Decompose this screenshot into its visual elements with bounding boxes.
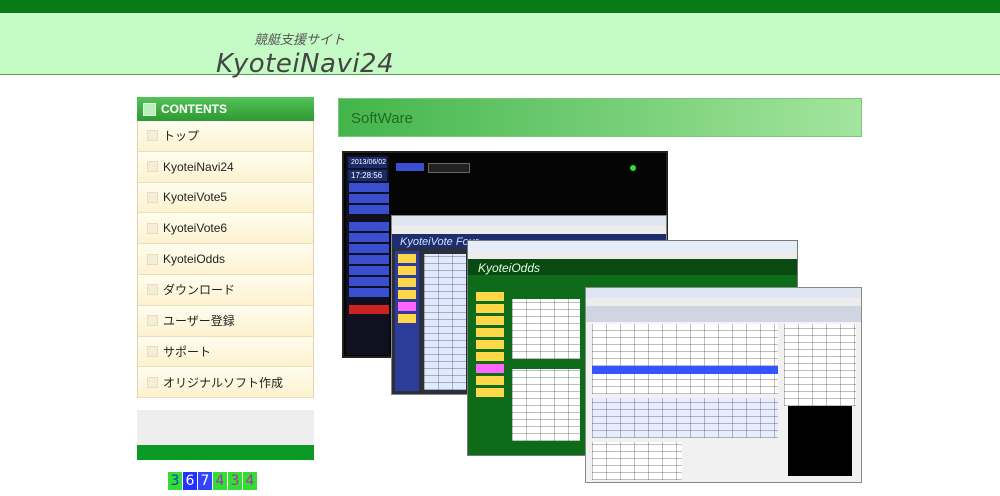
top-bar: [0, 0, 1000, 13]
vote-menu-button: [398, 314, 416, 323]
sidebar-item-kyoteivote6[interactable]: KyoteiVote6: [138, 213, 313, 245]
counter-digit: 7: [198, 472, 212, 490]
navi24-bottom-table: [592, 442, 682, 480]
navi-menu-button: [349, 205, 389, 214]
site-title[interactable]: KyoteiNavi24: [216, 49, 394, 79]
sidebar-item-label: ユーザー登録: [163, 314, 235, 329]
sidebar-item-label: オリジナルソフト作成: [163, 375, 284, 390]
window-titlebar: [392, 216, 666, 226]
odds-menu-button: [476, 328, 504, 337]
odds-menu-button: [476, 388, 504, 397]
navi-clock: 17:28:56: [348, 170, 387, 181]
odds-logo: KyoteiOdds: [468, 259, 797, 275]
navi-menu-button: [349, 233, 389, 242]
navi-menu-button: [349, 305, 389, 314]
navi24-odds-table: [592, 398, 778, 438]
counter-digit: 6: [183, 472, 197, 490]
bullet-icon: [147, 284, 158, 296]
sidebar-item-label: KyoteiVote5: [163, 190, 228, 205]
sidebar-item-kyoteiodds[interactable]: KyoteiOdds: [138, 244, 313, 275]
sidebar-item-support[interactable]: サポート: [138, 336, 313, 368]
window-menubar: [392, 226, 666, 234]
sidebar-item-label: トップ: [163, 129, 200, 144]
sidebar-item-download[interactable]: ダウンロード: [138, 274, 313, 306]
sidebar-blank-box: [137, 410, 314, 445]
site-header: [0, 13, 1000, 75]
odds-table: [512, 299, 580, 359]
bullet-icon: [147, 253, 158, 265]
vote-table: [424, 254, 466, 390]
sidebar-nav: トップ KyoteiNavi24 KyoteiVote5 KyoteiVote6…: [137, 121, 314, 399]
vote-menu-button: [398, 290, 416, 299]
odds-table: [512, 369, 580, 441]
window-menubar: [468, 251, 797, 259]
navi24-toolbar: [586, 306, 861, 322]
sidebar-item-original-software[interactable]: オリジナルソフト作成: [138, 367, 313, 399]
navi24-video: [788, 406, 852, 476]
counter-digit: 3: [228, 472, 242, 490]
counter-digit: 3: [168, 472, 182, 490]
navi-menu-button: [349, 255, 389, 264]
site-subtitle: 競艇支援サイト: [254, 33, 346, 48]
odds-menu-button: [476, 304, 504, 313]
navi-menu-button: [349, 288, 389, 297]
navi-menu-button: [349, 222, 389, 231]
bullet-icon: [147, 376, 158, 388]
sidebar-item-kyoteinavi24[interactable]: KyoteiNavi24: [138, 151, 313, 183]
counter-digit: 4: [243, 472, 257, 490]
screenshot-kyoteinavi24[interactable]: [585, 287, 862, 483]
sidebar: CONTENTS トップ KyoteiNavi24 KyoteiVote5 Ky…: [137, 97, 314, 399]
sidebar-item-label: KyoteiNavi24: [163, 159, 234, 174]
bullet-icon: [147, 345, 158, 357]
navi-menu-button: [349, 194, 389, 203]
navi-menu-button: [349, 244, 389, 253]
sidebar-item-label: ダウンロード: [163, 283, 236, 298]
odds-menu-button: [476, 340, 504, 349]
window-titlebar: [586, 288, 861, 298]
navi-menu-button: [349, 266, 389, 275]
bullet-icon: [147, 222, 158, 234]
navi24-side-table: [784, 324, 856, 406]
vote-menu-button: [398, 266, 416, 275]
access-counter: 3 6 7 4 3 4: [168, 472, 258, 490]
vote-menu-button: [398, 254, 416, 263]
sidebar-item-kyoteivote5[interactable]: KyoteiVote5: [138, 182, 313, 214]
sidebar-item-user-registration[interactable]: ユーザー登録: [138, 305, 313, 337]
odds-menu-button: [476, 292, 504, 301]
contents-heading: CONTENTS: [137, 97, 314, 121]
sidebar-item-label: サポート: [163, 344, 212, 359]
vote-menu-button: [398, 302, 416, 311]
navi-menu-button: [349, 277, 389, 286]
odds-menu-button: [476, 364, 504, 373]
window-menubar: [586, 298, 861, 306]
odds-menu-button: [476, 376, 504, 385]
window-titlebar: [468, 241, 797, 251]
bullet-icon: [147, 191, 158, 203]
odds-menu-button: [476, 352, 504, 361]
contents-icon: [143, 102, 156, 116]
contents-heading-label: CONTENTS: [161, 102, 227, 116]
sidebar-item-top[interactable]: トップ: [138, 121, 313, 152]
odds-menu-button: [476, 316, 504, 325]
counter-digit: 4: [213, 472, 227, 490]
bullet-icon: [147, 315, 158, 327]
bullet-icon: [147, 161, 158, 173]
bullet-icon: [147, 130, 158, 142]
sidebar-green-bar: [137, 445, 314, 460]
navi-menu-button: [349, 183, 389, 192]
sidebar-item-label: KyoteiOdds: [163, 252, 226, 267]
vote-menu-button: [398, 278, 416, 287]
sidebar-item-label: KyoteiVote6: [163, 221, 228, 236]
section-title: SoftWare: [338, 98, 862, 137]
navi24-race-table: [592, 324, 778, 394]
